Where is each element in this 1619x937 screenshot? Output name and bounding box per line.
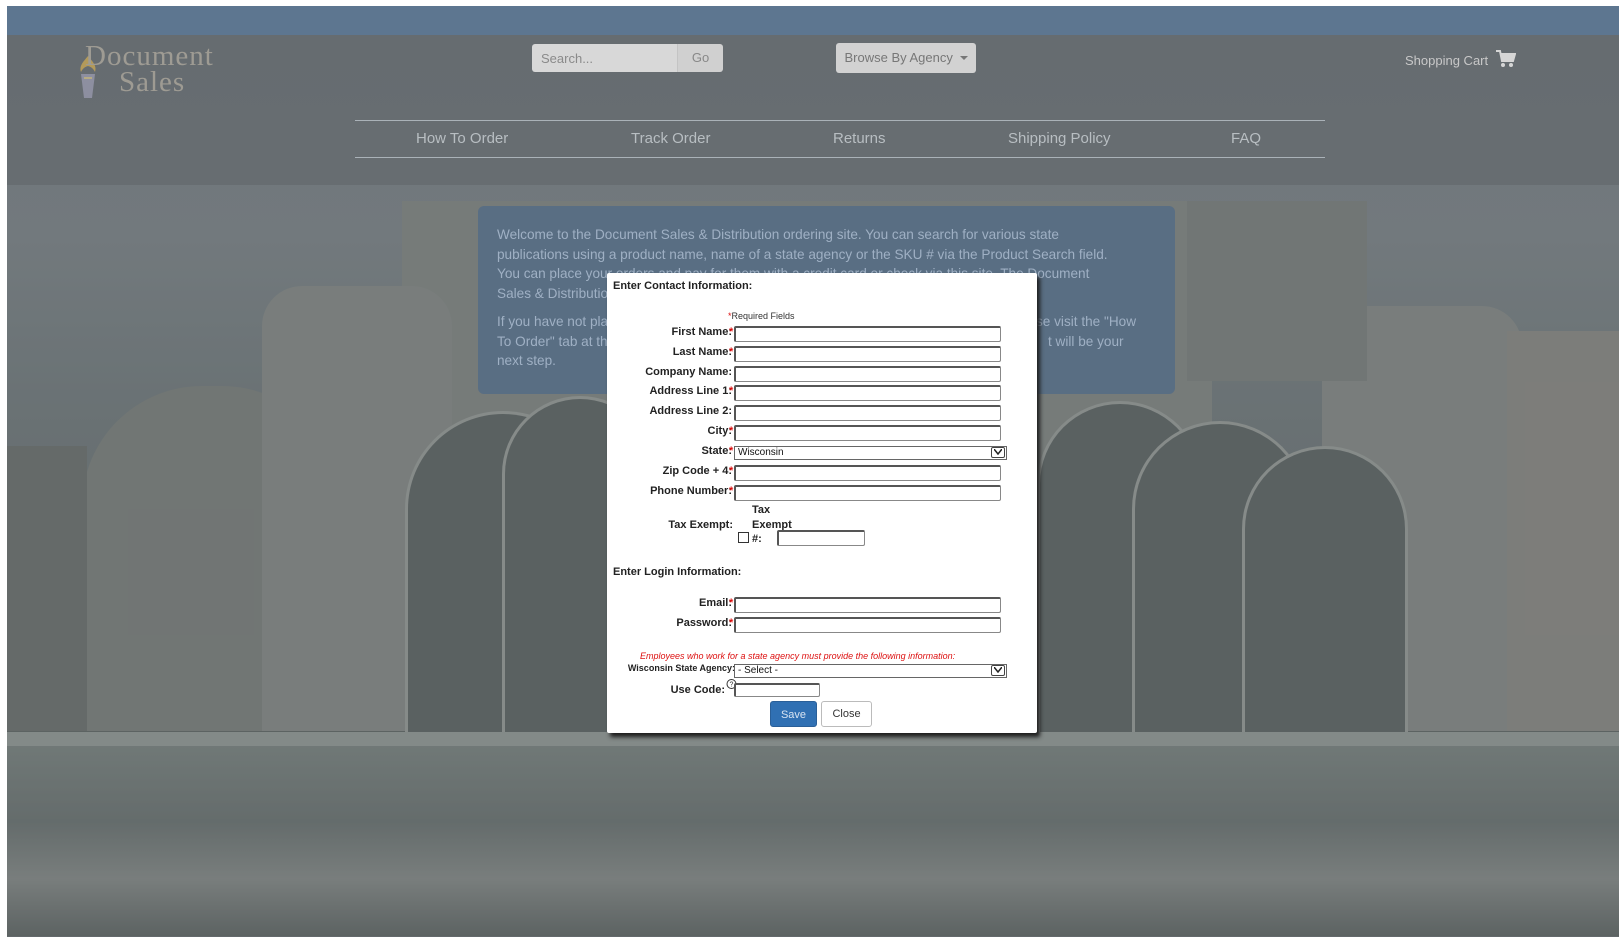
contact-section-title: Enter Contact Information:: [613, 280, 753, 292]
login-section-title: Enter Login Information:: [613, 566, 742, 578]
zip-code-field[interactable]: [734, 465, 1001, 481]
tax-exempt-number-label: #:: [752, 533, 762, 545]
tax-exempt-number-label: Tax: [752, 504, 771, 516]
address-line1-label: Address Line 1:: [649, 385, 732, 397]
welcome-text: Welcome to the Document Sales & Distribu…: [497, 227, 1059, 242]
password-label: Password:: [676, 617, 732, 629]
phone-number-field[interactable]: [734, 485, 1001, 501]
required-star: *: [729, 617, 734, 629]
logo-text-sales: Sales: [119, 66, 186, 98]
address-line1-field[interactable]: [734, 385, 1001, 401]
search-input[interactable]: [532, 44, 672, 72]
email-field[interactable]: [734, 597, 1001, 613]
required-star: *: [729, 465, 734, 477]
use-code-field[interactable]: [734, 683, 820, 697]
required-star: *: [729, 346, 734, 358]
employee-notice: Employees who work for a state agency mu…: [640, 651, 956, 661]
tax-exempt-number-field[interactable]: [777, 530, 865, 546]
tax-exempt-checkbox[interactable]: [738, 532, 749, 543]
caret-down-icon: [959, 56, 968, 60]
svg-text:?: ?: [730, 682, 734, 689]
page: Document Sales Go Browse By Agency Shopp…: [7, 6, 1619, 937]
address-line2-label: Address Line 2:: [649, 405, 732, 417]
state-label: State:: [701, 445, 732, 457]
site-logo[interactable]: Document Sales: [75, 40, 245, 100]
nav-returns[interactable]: Returns: [833, 121, 886, 157]
state-select[interactable]: Wisconsin: [734, 446, 1007, 460]
main-nav: How To Order Track Order Returns Shippin…: [355, 120, 1325, 158]
last-name-field[interactable]: [734, 346, 1001, 362]
first-name-label: First Name:: [671, 326, 732, 338]
zip-code-label: Zip Code + 4:: [662, 465, 732, 477]
search-box: Go: [532, 44, 723, 72]
shopping-cart-link[interactable]: Shopping Cart: [1405, 50, 1516, 68]
nav-faq[interactable]: FAQ: [1231, 121, 1261, 157]
city-field[interactable]: [734, 425, 1001, 441]
required-fields-note: *Required Fields: [728, 311, 795, 321]
nav-how-to-order[interactable]: How To Order: [416, 121, 508, 157]
first-name-field[interactable]: [734, 326, 1001, 342]
state-agency-select[interactable]: - Select -: [734, 664, 1007, 678]
required-star: *: [729, 597, 734, 609]
welcome-text: se visit the "How: [1036, 314, 1137, 329]
required-star: *: [729, 445, 734, 457]
welcome-text: t will be your: [1048, 333, 1124, 349]
phone-number-label: Phone Number:: [650, 485, 732, 497]
state-selected-value: Wisconsin: [738, 447, 784, 458]
state-agency-label: Wisconsin State Agency:: [627, 663, 735, 673]
company-name-label: Company Name:: [645, 366, 732, 378]
required-star: *: [729, 326, 734, 338]
close-button[interactable]: Close: [821, 701, 872, 727]
tax-exempt-label: Tax Exempt:: [668, 519, 733, 531]
top-bar: [7, 6, 1619, 35]
browse-by-agency-dropdown[interactable]: Browse By Agency: [836, 43, 976, 73]
required-star: *: [729, 425, 734, 437]
site-header: [7, 35, 1619, 185]
nav-shipping-policy[interactable]: Shipping Policy: [1008, 121, 1111, 157]
use-code-label: Use Code:: [670, 684, 725, 696]
go-button[interactable]: Go: [677, 44, 723, 72]
last-name-label: Last Name:: [672, 346, 732, 358]
contact-info-dialog: Enter Contact Information: *Required Fie…: [607, 273, 1037, 733]
save-button[interactable]: Save: [770, 701, 817, 727]
welcome-text: publications using a product name, name …: [497, 246, 1108, 262]
required-star: *: [729, 485, 734, 497]
browse-label: Browse By Agency: [844, 50, 953, 65]
agency-selected-value: - Select -: [738, 665, 779, 676]
cart-label: Shopping Cart: [1405, 53, 1489, 68]
chevron-down-icon: [991, 665, 1005, 676]
email-label: Email:: [698, 597, 732, 609]
chevron-down-icon: [991, 447, 1005, 458]
required-star: *: [729, 385, 734, 397]
address-line2-field[interactable]: [734, 405, 1001, 421]
password-field[interactable]: [734, 617, 1001, 633]
shopping-cart-icon: [1495, 50, 1516, 67]
nav-track-order[interactable]: Track Order: [631, 121, 710, 157]
company-name-field[interactable]: [734, 366, 1001, 382]
